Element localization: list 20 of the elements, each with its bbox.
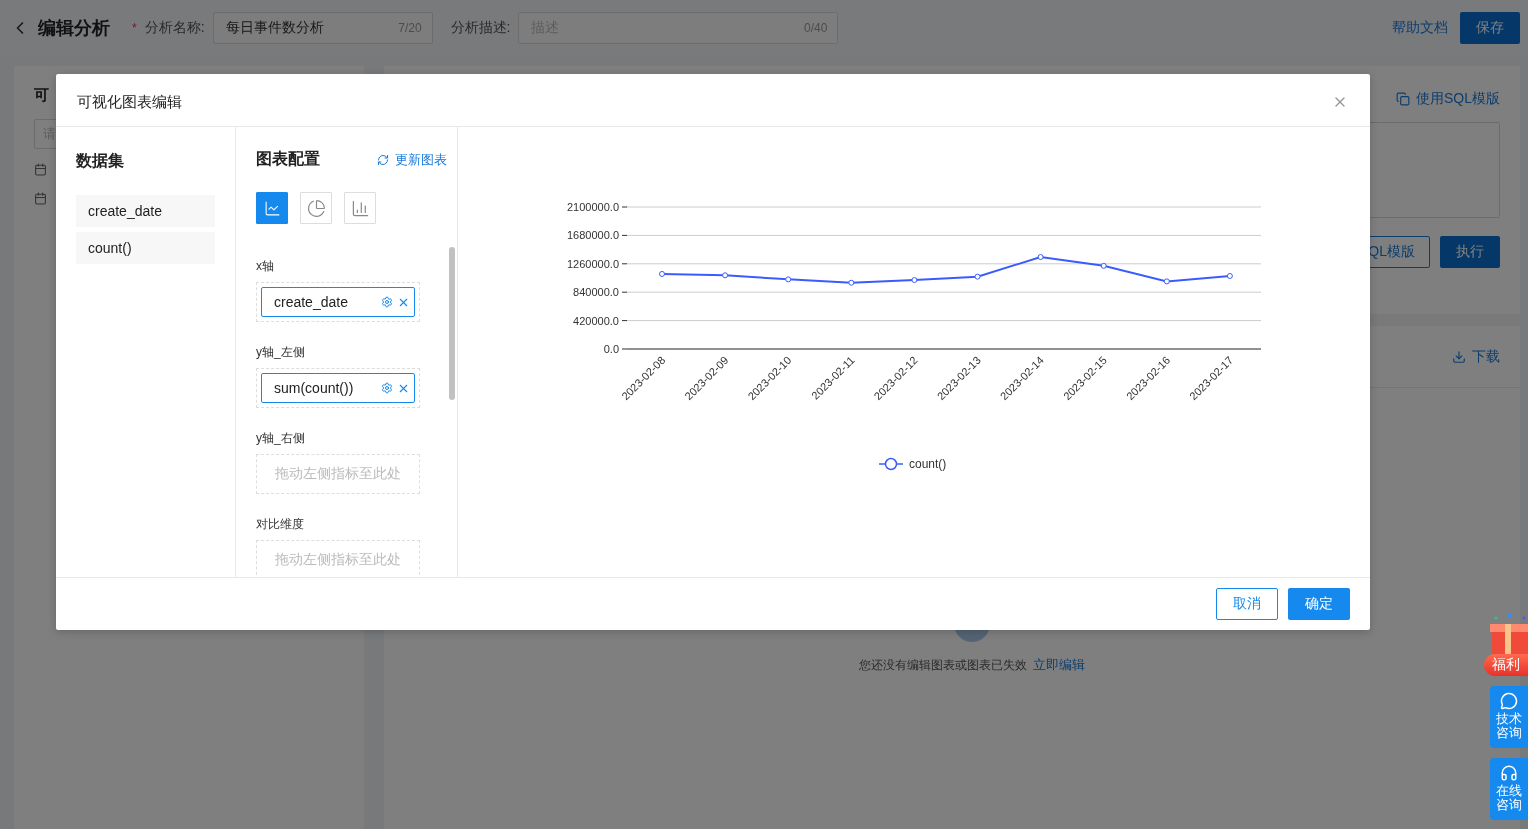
slot-label: y轴_左侧 [256,344,306,361]
axis-label: 420000.0 [573,314,619,327]
panel-title: 可 [34,86,49,105]
axis-label: 0.0 [603,343,619,355]
required-mark: * [132,21,137,35]
axis-label: 840000.0 [573,286,619,299]
slot-label: y轴_右侧 [256,430,306,447]
slot-label: x轴 [256,258,275,275]
slot-label: 对比维度 [256,516,305,533]
field-label: 分析描述: [450,19,511,37]
dialog-title: 可视化图表编辑 [77,92,182,112]
legend-label: count() [909,457,947,471]
empty-message: 您还没有编辑图表或图表已失效 [859,656,1027,674]
axis-label: 1260000.0 [567,257,619,270]
page-title: 编辑分析 [38,17,110,40]
field-label: 分析名称: [144,19,205,37]
axis-label: 1680000.0 [567,229,619,242]
axis-label: 2100000.0 [567,201,619,213]
section-title: 数据集 [76,151,125,171]
section-title: 图表配置 [256,149,320,169]
